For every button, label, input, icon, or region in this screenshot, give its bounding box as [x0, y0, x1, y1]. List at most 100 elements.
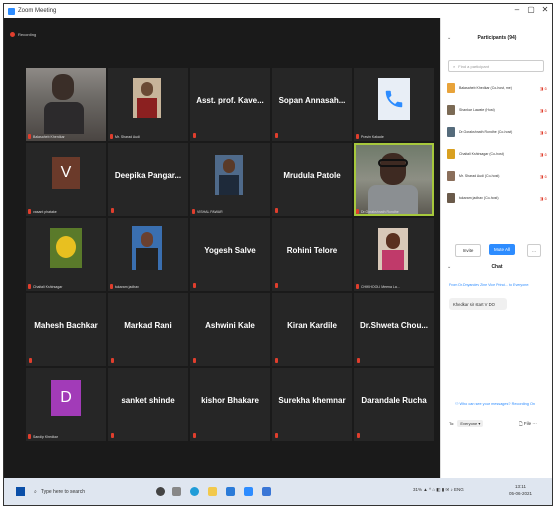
video-tile[interactable]: Mahesh Bachkar: [26, 293, 106, 366]
mic-muted-icon: ⦸: [544, 129, 547, 135]
video-tile[interactable]: Markad Rani: [108, 293, 188, 366]
participant-list-item[interactable]: Dr.Gorakshnath Rondhe (Co-host) ◨ ⦸: [447, 124, 547, 140]
video-tile[interactable]: Pravin Kakade: [354, 68, 434, 141]
participant-list-item[interactable]: Balasaheb Khedkar (Co-host, me) ◨ ⦸: [447, 80, 547, 96]
participant-list-item[interactable]: Shankar Lawate (Host) ◨ ⦸: [447, 102, 547, 118]
participant-name: Dr.Gorakshnath Rondhe: [361, 209, 399, 214]
recording-indicator[interactable]: Recording: [10, 32, 36, 37]
recipient-dropdown[interactable]: Everyone ▾: [457, 420, 484, 427]
participant-display-name: Deepika Pangar...: [114, 171, 182, 180]
video-tile-active-speaker[interactable]: Dr.Gorakshnath Rondhe: [354, 143, 434, 216]
chat-visibility-note[interactable]: ⚇ Who can see your messages? Recording O…: [455, 401, 535, 406]
video-tile[interactable]: Yogesh Salve: [190, 218, 270, 291]
participant-display-name: Surekha khemnar: [278, 396, 346, 405]
task-view-icon[interactable]: [172, 487, 181, 496]
participant-label: Mr. Sharad Audi: [110, 134, 140, 139]
close-button[interactable]: ✕: [536, 5, 552, 14]
video-tile[interactable]: CHIKHOOLI Meena La...: [354, 218, 434, 291]
more-options-button[interactable]: ...: [527, 244, 541, 257]
video-tile[interactable]: Surekha khemnar: [272, 368, 352, 441]
more-icon[interactable]: ⋯: [532, 421, 537, 426]
video-tile[interactable]: Mr. Sharad Audi: [108, 68, 188, 141]
store-icon[interactable]: [226, 487, 235, 496]
video-tile[interactable]: Kiran Kardile: [272, 293, 352, 366]
mic-muted-icon: ⦸: [544, 151, 547, 157]
video-tile[interactable]: V vasant phatake: [26, 143, 106, 216]
search-icon: ⌕: [34, 488, 37, 495]
clock-date: 05-06-2021: [509, 491, 533, 496]
participant-list-item[interactable]: Mr. Sharad Audi (Co-host) ◨ ⦸: [447, 168, 547, 184]
video-tile[interactable]: kishor Bhakare: [190, 368, 270, 441]
participant-display-name: Asst. prof. Kave...: [196, 96, 264, 105]
video-tile[interactable]: Deepika Pangar...: [108, 143, 188, 216]
participant-search-input[interactable]: ⌕ Find a participant: [448, 60, 544, 72]
video-tile[interactable]: Balasaheb Kherdkar: [26, 68, 106, 141]
video-tile[interactable]: Dr.Shweta Chou...: [354, 293, 434, 366]
participant-label: VISHAL PAWAR: [192, 209, 223, 214]
mic-muted-icon: [192, 209, 195, 214]
chat-recipient: To: Everyone ▾: [449, 420, 484, 427]
invite-button[interactable]: Invite: [455, 244, 481, 257]
system-tray[interactable]: 31% ▲ ^ ⌂ ◧ ▮ ✉ ♪ ENG: [413, 487, 464, 493]
video-tile[interactable]: Rohini Telore: [272, 218, 352, 291]
taskbar-search-placeholder: Type here to search: [40, 488, 86, 495]
participant-display-name: Markad Rani: [124, 321, 172, 330]
cortana-icon[interactable]: [156, 487, 165, 496]
video-tile[interactable]: tukaram jadhav: [108, 218, 188, 291]
zoom-taskbar-icon[interactable]: [244, 487, 253, 496]
to-label: To:: [449, 421, 455, 426]
video-tile[interactable]: D Sandip Khedkar: [26, 368, 106, 441]
pinned-app-icon[interactable]: [262, 487, 271, 496]
mic-muted-icon: [28, 134, 31, 139]
participant-label: Chaitali Kshirsagar: [28, 284, 62, 289]
participant-name: Chaitali Kshirsagar: [33, 284, 63, 289]
video-gallery: Balasaheb Kherdkar Mr. Sharad Audi Asst.…: [26, 68, 434, 441]
window-title: Zoom Meeting: [18, 8, 57, 14]
mic-muted-icon: [193, 133, 196, 138]
mic-muted-icon: [193, 433, 196, 438]
file-button[interactable]: 🗋 File ⋯: [519, 420, 537, 428]
mic-muted-icon: ⦸: [544, 107, 547, 113]
mic-muted-icon: [356, 284, 359, 289]
participant-name: Sandip Khedkar: [33, 434, 58, 439]
video-tile[interactable]: VISHAL PAWAR: [190, 143, 270, 216]
participant-list-item[interactable]: Chaitali Kshirsagar (Co-host) ◨ ⦸: [447, 146, 547, 162]
participant-name: tukaram jadhav: [115, 284, 139, 289]
file-explorer-icon[interactable]: [208, 487, 217, 496]
mute-all-button[interactable]: Mute All: [489, 244, 515, 255]
search-icon: ⌕: [453, 63, 456, 69]
video-off-icon: ◨: [539, 85, 544, 91]
title-bar: Zoom Meeting – ▢ ✕: [4, 4, 552, 18]
mic-muted-icon: [193, 358, 196, 363]
participant-name: Balasaheb Kherdkar: [33, 134, 65, 139]
video-tile[interactable]: Chaitali Kshirsagar: [26, 218, 106, 291]
video-tile[interactable]: Sopan Annasah...: [272, 68, 352, 141]
participant-display-name: Sopan Annasah...: [278, 96, 346, 105]
chat-message-sender: From Dr.Dnyandev Zine Vice Princi... to …: [449, 283, 530, 287]
participant-label: Sandip Khedkar: [28, 434, 58, 439]
participant-display-name: Mahesh Bachkar: [34, 321, 98, 330]
participants-title: Participants (94): [477, 35, 517, 41]
participant-avatar: [447, 149, 455, 159]
edge-browser-icon[interactable]: [190, 487, 199, 496]
phone-icon: [378, 78, 410, 120]
mic-muted-icon: [111, 208, 114, 213]
participant-list-item[interactable]: tukaram jadhav (Co-host) ◨ ⦸: [447, 190, 547, 206]
mic-muted-icon: [275, 358, 278, 363]
video-tile[interactable]: Mrudula Patole: [272, 143, 352, 216]
video-tile[interactable]: Darandale Rucha: [354, 368, 434, 441]
video-tile[interactable]: sanket shinde: [108, 368, 188, 441]
participant-list-name: Mr. Sharad Audi (Co-host): [459, 174, 500, 178]
mic-muted-icon: ⦸: [544, 85, 547, 91]
mic-muted-icon: [28, 209, 31, 214]
taskbar-search-box[interactable]: ⌕ Type here to search: [34, 485, 146, 498]
windows-start-icon[interactable]: [16, 487, 25, 496]
participant-name: Mr. Sharad Audi: [115, 134, 140, 139]
video-tile[interactable]: Ashwini Kale: [190, 293, 270, 366]
taskbar-clock[interactable]: 13:11 05-06-2021: [509, 483, 532, 497]
participant-display-name: sanket shinde: [121, 396, 175, 405]
participant-display-name: Mrudula Patole: [283, 171, 341, 180]
windows-taskbar: ⌕ Type here to search 31% ▲ ^ ⌂ ◧ ▮ ✉ ♪ …: [4, 478, 552, 505]
avatar: V: [52, 157, 80, 189]
video-tile[interactable]: Asst. prof. Kave...: [190, 68, 270, 141]
